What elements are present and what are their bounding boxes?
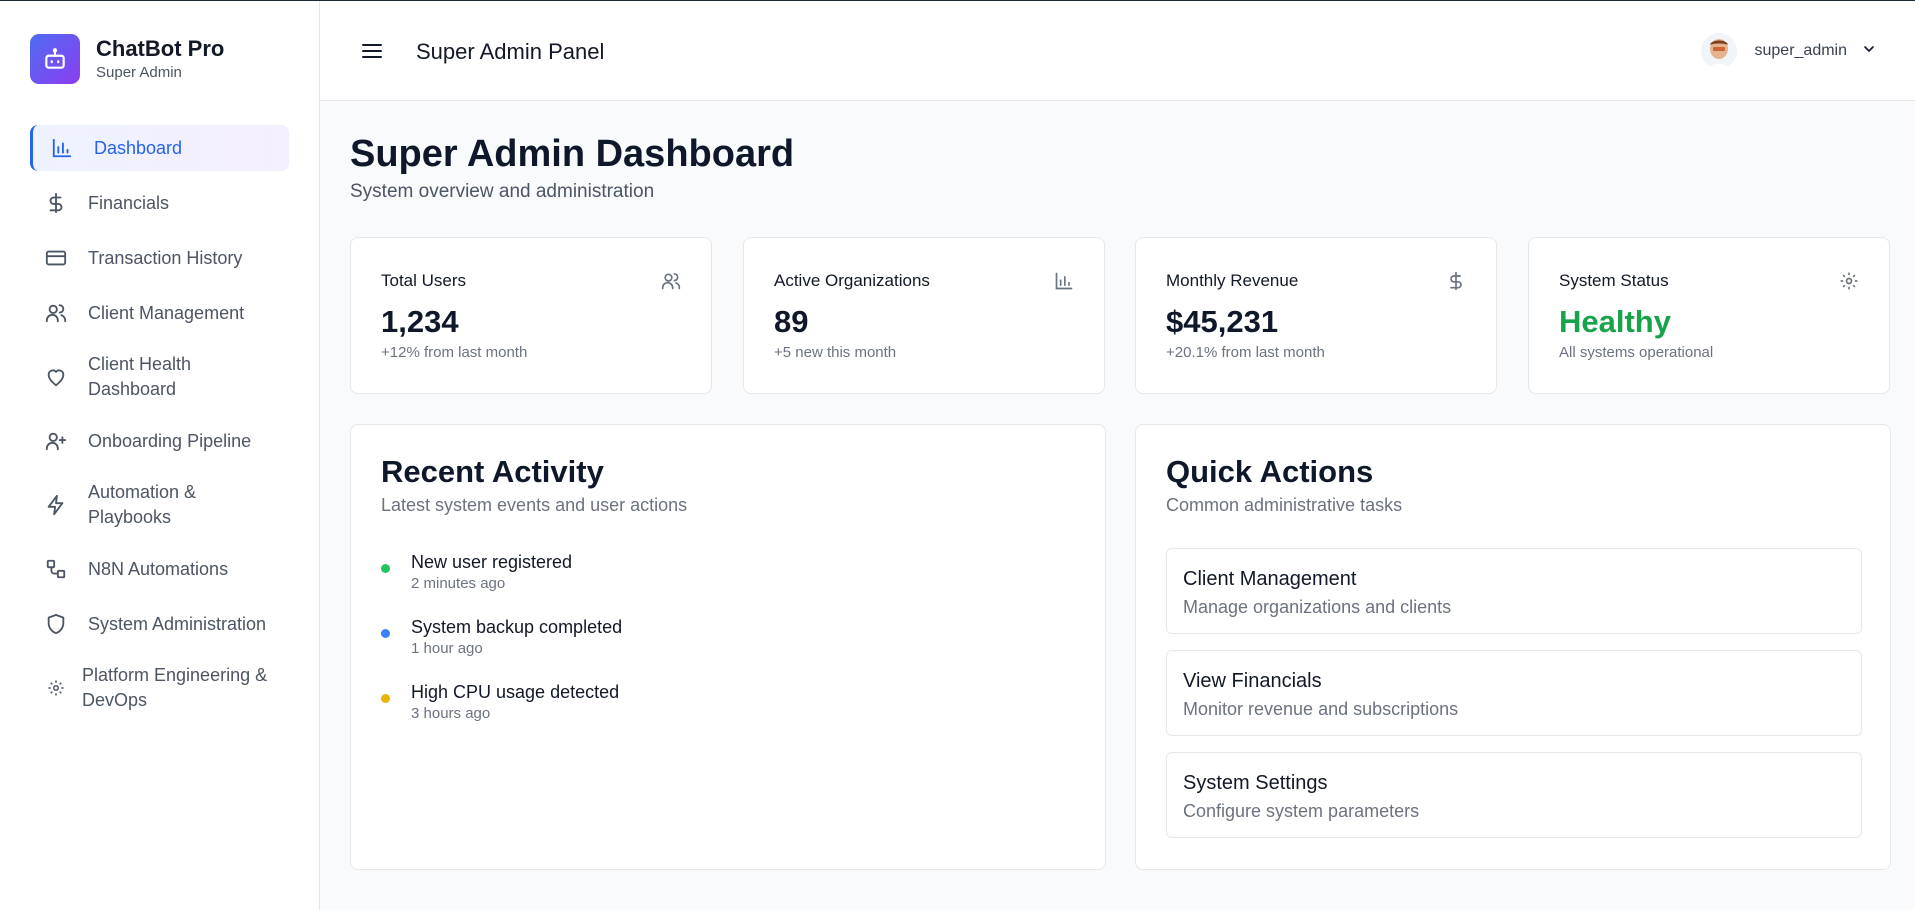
- username: super_admin: [1754, 42, 1848, 59]
- stat-note: All systems operational: [1559, 344, 1714, 361]
- bar-chart-icon: [1054, 271, 1074, 291]
- sidebar-item-transaction-history[interactable]: Transaction History: [30, 235, 289, 281]
- top-header: Super Admin Panel super_admin: [320, 1, 1915, 101]
- header-title: Super Admin Panel: [416, 39, 605, 64]
- sidebar-item-client-health-dashboard[interactable]: Client Health Dashboard: [30, 345, 289, 409]
- stat-note: +12% from last month: [381, 344, 528, 361]
- activity-title: High CPU usage detected: [411, 682, 620, 702]
- activity-title: New user registered: [411, 552, 573, 572]
- users-icon: [44, 301, 68, 325]
- gear-icon: [1839, 271, 1859, 291]
- activity-time: 2 minutes ago: [411, 575, 506, 592]
- sidebar-item-automation-playbooks[interactable]: Automation & Playbooks: [30, 473, 289, 537]
- quick-action-subtitle: Manage organizations and clients: [1183, 597, 1452, 617]
- quick-actions-panel: Quick Actions Common administrative task…: [1135, 424, 1891, 870]
- heart-icon: [44, 365, 68, 389]
- stat-card-active-organizations: Active Organizations 89 +5 new this mont…: [743, 237, 1105, 394]
- sidebar-item-label: Automation & Playbooks: [88, 482, 197, 527]
- sidebar-item-label: N8N Automations: [88, 558, 229, 579]
- sidebar-item-system-administration[interactable]: System Administration: [30, 601, 289, 647]
- panel-title: Quick Actions: [1166, 454, 1374, 489]
- sidebar-item-label: Client Management: [88, 302, 245, 323]
- sidebar-item-label: Dashboard: [94, 137, 183, 158]
- chevron-down-icon: [1861, 41, 1877, 62]
- sidebar-item-label: Client Health Dashboard: [88, 354, 192, 399]
- system-status-value: Healthy: [1559, 304, 1671, 339]
- quick-action-title: System Settings: [1183, 772, 1328, 794]
- brand-name: ChatBot Pro: [96, 36, 225, 61]
- avatar: [1700, 33, 1737, 69]
- stat-card-monthly-revenue: Monthly Revenue $45,231 +20.1% from last…: [1135, 237, 1497, 394]
- sidebar-item-onboarding-pipeline[interactable]: Onboarding Pipeline: [30, 418, 289, 464]
- users-icon: [661, 271, 681, 291]
- status-dot-blue: [381, 629, 390, 638]
- recent-activity-panel: Recent Activity Latest system events and…: [350, 424, 1106, 870]
- stat-value: 89: [774, 304, 809, 339]
- stat-value: 1,234: [381, 304, 459, 339]
- user-plus-icon: [44, 429, 68, 453]
- sidebar-item-platform-engineering-devops[interactable]: Platform Engineering & DevOps: [30, 656, 289, 720]
- sidebar-item-label: Platform Engineering & DevOps: [82, 665, 268, 710]
- brand[interactable]: ChatBot Pro Super Admin: [30, 34, 224, 84]
- stat-label: Active Organizations: [774, 271, 930, 290]
- robot-icon: [30, 34, 80, 84]
- credit-card-icon: [44, 246, 68, 270]
- quick-action-title: View Financials: [1183, 670, 1322, 692]
- quick-action-subtitle: Monitor revenue and subscriptions: [1183, 699, 1459, 719]
- stat-card-total-users: Total Users 1,234 +12% from last month: [350, 237, 712, 394]
- hamburger-menu-icon[interactable]: [360, 39, 384, 63]
- stat-label: Monthly Revenue: [1166, 271, 1299, 290]
- quick-action-title: Client Management: [1183, 568, 1357, 590]
- brand-subtitle: Super Admin: [96, 64, 182, 81]
- stat-note: +5 new this month: [774, 344, 897, 361]
- sidebar-item-client-management[interactable]: Client Management: [30, 290, 289, 336]
- activity-title: System backup completed: [411, 617, 623, 637]
- user-menu[interactable]: super_admin: [1700, 33, 1878, 69]
- quick-action-subtitle: Configure system parameters: [1183, 801, 1420, 821]
- sidebar-item-financials[interactable]: Financials: [30, 180, 289, 226]
- stat-label: System Status: [1559, 271, 1669, 290]
- stat-label: Total Users: [381, 271, 467, 290]
- quick-action-client-management[interactable]: Client Management Manage organizations a…: [1166, 548, 1862, 634]
- panel-subtitle: Latest system events and user actions: [381, 495, 688, 515]
- stat-value: $45,231: [1166, 304, 1279, 339]
- stat-note: +20.1% from last month: [1166, 344, 1325, 361]
- shield-icon: [44, 612, 68, 636]
- gear-icon: [44, 676, 68, 700]
- panel-title: Recent Activity: [381, 454, 604, 489]
- quick-action-system-settings[interactable]: System Settings Configure system paramet…: [1166, 752, 1862, 838]
- activity-time: 3 hours ago: [411, 705, 491, 722]
- sidebar-item-label: Transaction History: [88, 247, 243, 268]
- activity-time: 1 hour ago: [411, 640, 483, 657]
- stat-card-system-status: System Status Healthy All systems operat…: [1528, 237, 1890, 394]
- workflow-icon: [44, 557, 68, 581]
- page-title: Super Admin Dashboard: [350, 133, 795, 175]
- quick-action-view-financials[interactable]: View Financials Monitor revenue and subs…: [1166, 650, 1862, 736]
- sidebar-item-label: Onboarding Pipeline: [88, 430, 252, 451]
- sidebar-item-dashboard[interactable]: Dashboard: [30, 125, 289, 171]
- lightning-icon: [44, 493, 68, 517]
- sidebar-item-label: Financials: [88, 192, 170, 213]
- bar-chart-icon: [50, 136, 74, 160]
- sidebar-item-n8n-automations[interactable]: N8N Automations: [30, 546, 289, 592]
- dollar-icon: [44, 191, 68, 215]
- sidebar: ChatBot Pro Super Admin Dashboard Financ…: [0, 1, 320, 910]
- page-subtitle: System overview and administration: [350, 181, 655, 202]
- panel-subtitle: Common administrative tasks: [1166, 495, 1403, 515]
- status-dot-green: [381, 564, 390, 573]
- status-dot-yellow: [381, 694, 390, 703]
- sidebar-item-label: System Administration: [88, 613, 267, 634]
- dollar-icon: [1446, 271, 1466, 291]
